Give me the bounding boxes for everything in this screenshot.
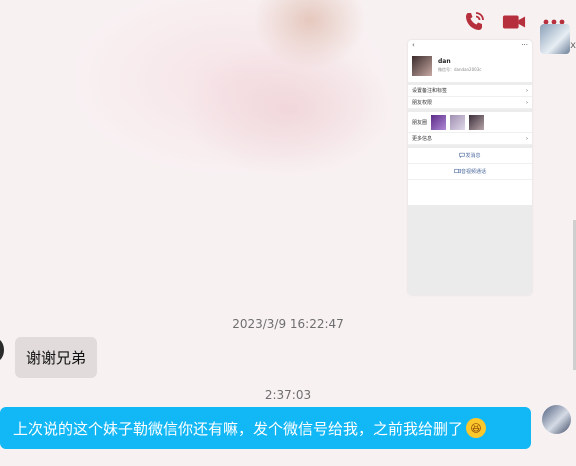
phone-call-icon[interactable] [462, 10, 486, 34]
chevron-right-icon: › [526, 87, 528, 94]
screenshot-video-call: 音视频通话 [408, 164, 532, 180]
moment-thumb [450, 114, 466, 130]
screenshot-row-permission: 朋友权限 › [408, 97, 532, 109]
sender-avatar[interactable] [0, 338, 4, 362]
row-label: 设置备注和标签 [412, 88, 448, 94]
screenshot-row-remark: 设置备注和标签 › [408, 85, 532, 97]
shared-screenshot-image[interactable]: ‹ ··· dan 微信号：dandan2003c 设置备注和标签 › 朋友权限… [408, 40, 532, 295]
profile-id: 微信号：dandan2003c [438, 67, 482, 72]
screenshot-topbar: ‹ ··· [408, 40, 532, 50]
screenshot-row-more: 更多信息 › [408, 133, 532, 145]
row-label: 更多信息 [412, 136, 433, 142]
back-icon: ‹ [412, 41, 415, 49]
row-label: 朋友圈 [412, 119, 428, 126]
screenshot-profile: dan 微信号：dandan2003c [408, 50, 532, 85]
my-avatar[interactable] [542, 405, 571, 434]
laughing-emoji-icon: 😆 [466, 418, 487, 438]
video-icon [454, 168, 461, 176]
action-label: 发消息 [465, 153, 481, 159]
message-timestamp: 2:37:03 [264, 388, 312, 402]
action-label: 音视频通话 [460, 169, 486, 175]
moment-thumb [469, 114, 485, 130]
avatar-mark: x [570, 40, 576, 51]
chevron-right-icon: › [526, 135, 528, 142]
row-label: 朋友权限 [412, 100, 433, 106]
more-icon: ··· [521, 41, 528, 49]
screenshot-row-moments: 朋友圈 [408, 112, 532, 133]
screenshot-empty-area [408, 205, 532, 295]
screenshot-send-message: 发消息 [408, 148, 532, 164]
chevron-right-icon: › [526, 99, 528, 106]
video-call-icon[interactable] [502, 10, 526, 34]
chat-background-photo [60, 0, 420, 200]
incoming-message-bubble[interactable]: 谢谢兄弟 [15, 337, 98, 378]
message-text: 上次说的这个妹子勒微信你还有嘛，发个微信号给我，之前我给删了 [13, 419, 464, 438]
contact-avatar-top[interactable] [540, 24, 570, 54]
moment-thumb [431, 114, 447, 130]
profile-name: dan [438, 58, 451, 65]
message-timestamp: 2023/3/9 16:22:47 [232, 317, 344, 331]
outgoing-message-bubble[interactable]: 上次说的这个妹子勒微信你还有嘛，发个微信号给我，之前我给删了 😆 [0, 407, 531, 449]
profile-avatar [412, 56, 432, 76]
